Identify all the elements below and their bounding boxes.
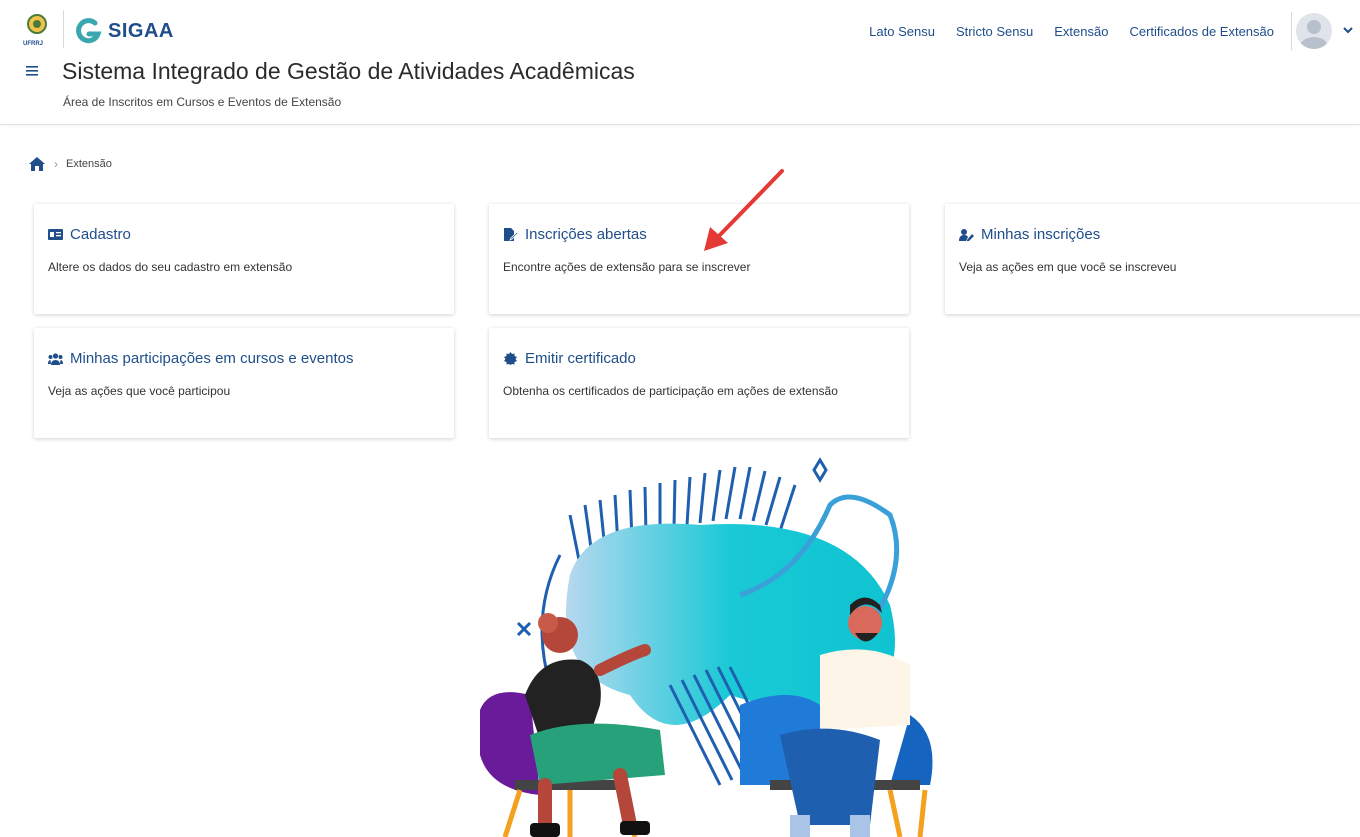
card-inscricoes-abertas-description: Encontre ações de extensão para se inscr… xyxy=(503,260,751,274)
card-minhas-inscricoes[interactable]: Minhas inscrições Veja as ações em que v… xyxy=(945,204,1360,314)
card-minhas-inscricoes-description: Veja as ações em que você se inscreveu xyxy=(959,260,1177,274)
user-edit-icon xyxy=(959,229,974,241)
card-emitir-certificado-title: Emitir certificado xyxy=(503,350,636,367)
chevron-down-icon[interactable] xyxy=(1342,24,1354,36)
edit-file-icon xyxy=(504,228,518,241)
avatar[interactable] xyxy=(1296,13,1332,49)
card-emitir-certificado-label: Emitir certificado xyxy=(525,350,636,367)
page-subtitle: Área de Inscritos em Cursos e Eventos de… xyxy=(63,95,342,109)
avatar-body xyxy=(1300,37,1328,49)
app-name[interactable]: SIGAA xyxy=(108,20,174,43)
breadcrumb-separator: › xyxy=(54,157,58,171)
card-inscricoes-abertas-title: Inscrições abertas xyxy=(503,226,647,243)
card-minhas-participacoes-label: Minhas participações em cursos e eventos xyxy=(70,350,354,367)
breadcrumb: › Extensão xyxy=(28,156,112,172)
card-cadastro-description: Altere os dados do seu cadastro em exten… xyxy=(48,260,293,274)
sigaa-logo-icon[interactable] xyxy=(75,17,103,45)
nav-certificados-extensao[interactable]: Certificados de Extensão xyxy=(1129,24,1274,39)
card-minhas-participacoes[interactable]: Minhas participações em cursos e eventos… xyxy=(34,328,454,438)
logo-divider xyxy=(63,10,64,48)
avatar-head xyxy=(1307,20,1321,34)
top-nav: Lato Sensu Stricto Sensu Extensão Certif… xyxy=(869,24,1274,39)
card-minhas-inscricoes-title: Minhas inscrições xyxy=(959,226,1100,243)
card-cadastro-label: Cadastro xyxy=(70,226,131,243)
menu-icon[interactable] xyxy=(26,64,40,78)
card-inscricoes-abertas-label: Inscrições abertas xyxy=(525,226,647,243)
people-conversation-illustration xyxy=(480,457,933,837)
breadcrumb-current: Extensão xyxy=(66,158,112,170)
card-minhas-participacoes-title: Minhas participações em cursos e eventos xyxy=(48,350,353,367)
home-icon[interactable] xyxy=(28,156,46,172)
card-cadastro-title: Cadastro xyxy=(48,226,131,243)
card-minhas-participacoes-description: Veja as ações que você participou xyxy=(48,384,231,398)
nav-lato-sensu[interactable]: Lato Sensu xyxy=(869,24,935,39)
nav-divider xyxy=(1291,12,1292,50)
card-emitir-certificado[interactable]: Emitir certificado Obtenha os certificad… xyxy=(489,328,909,438)
nav-extensao[interactable]: Extensão xyxy=(1054,24,1108,39)
users-icon xyxy=(48,353,63,365)
card-minhas-inscricoes-label: Minhas inscrições xyxy=(981,226,1101,243)
id-card-icon xyxy=(48,229,63,240)
card-inscricoes-abertas[interactable]: Inscrições abertas Encontre ações de ext… xyxy=(489,204,909,314)
ufrrj-label: UFRRJ xyxy=(23,41,44,47)
nav-stricto-sensu[interactable]: Stricto Sensu xyxy=(956,24,1033,39)
top-header: UFRRJ SIGAA Lato Sensu Stricto Sensu Ext… xyxy=(0,0,1360,125)
page-title: Sistema Integrado de Gestão de Atividade… xyxy=(62,58,635,84)
card-cadastro[interactable]: Cadastro Altere os dados do seu cadastro… xyxy=(34,204,454,314)
certificate-icon xyxy=(504,352,517,365)
card-emitir-certificado-description: Obtenha os certificados de participação … xyxy=(503,384,838,398)
